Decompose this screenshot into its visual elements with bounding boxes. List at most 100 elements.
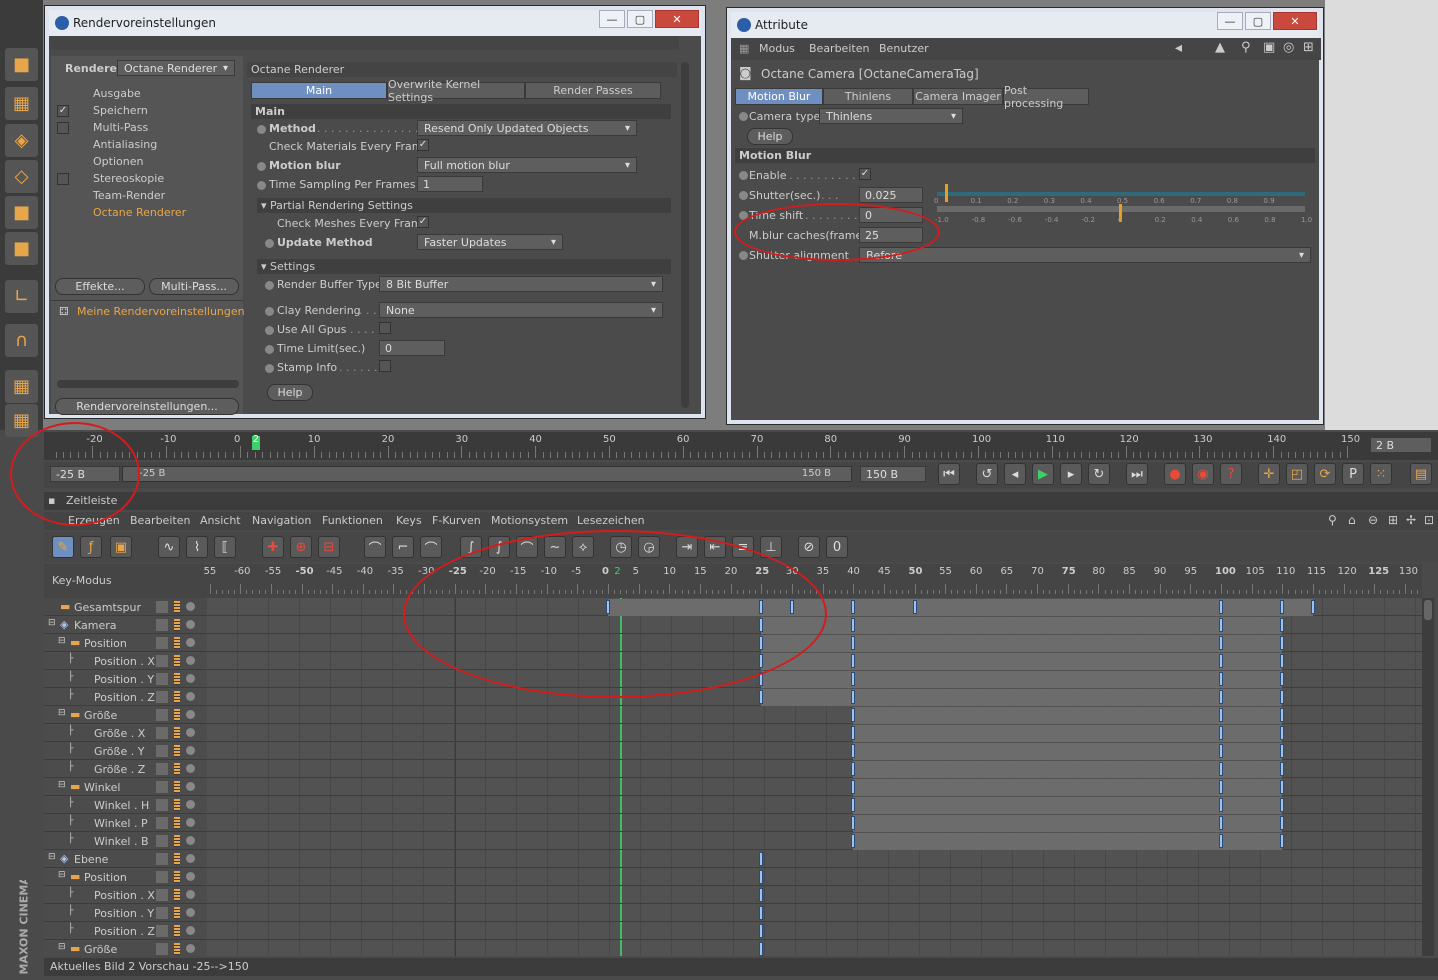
grid-icon[interactable]: ◈ — [5, 124, 38, 157]
track-row[interactable]: ⊟ ▬ Position — [44, 868, 207, 886]
minimize-button[interactable]: — — [1217, 12, 1243, 30]
layer-icon[interactable] — [174, 925, 180, 937]
solo-dot-icon[interactable] — [186, 836, 195, 845]
shutter-field[interactable]: 0.025 — [859, 187, 923, 203]
key-mode-icon[interactable]: ✎ — [52, 536, 74, 558]
expand-icon[interactable]: ├ — [68, 834, 73, 844]
keyframe[interactable] — [851, 636, 856, 650]
edit-track-icon[interactable] — [156, 871, 168, 883]
clamp-icon[interactable]: 0 — [826, 536, 848, 558]
goto-start-icon[interactable]: ⏮ — [938, 463, 960, 485]
preset-item[interactable]: Meine Rendervoreinstellungen — [77, 305, 245, 318]
layer-icon[interactable] — [174, 763, 180, 775]
edit-track-icon[interactable] — [156, 907, 168, 919]
track-row[interactable]: ⊟ ▬ Größe — [44, 706, 207, 724]
keyframe[interactable] — [1219, 672, 1223, 686]
edit-track-icon[interactable] — [156, 691, 168, 703]
track-row[interactable]: ├ Winkel . P — [44, 814, 207, 832]
layer-icon[interactable] — [174, 691, 180, 703]
shutter-slider[interactable] — [937, 192, 1305, 196]
edit-track-icon[interactable] — [156, 601, 168, 613]
dopesheet-scrollbar[interactable] — [1422, 598, 1434, 956]
tree-item-6[interactable]: Team-Render — [93, 189, 165, 202]
expand-icon[interactable]: ⊟ — [58, 870, 66, 880]
expand-icon[interactable]: ├ — [68, 744, 73, 754]
move-icon[interactable]: ✢ — [1406, 513, 1416, 527]
stamp-anim-dot[interactable] — [265, 364, 274, 373]
keyframe[interactable] — [759, 690, 764, 704]
keyframe[interactable] — [1280, 834, 1285, 848]
time-sampling-anim-dot[interactable] — [257, 181, 266, 190]
delete-keys-icon[interactable]: ⊟ — [318, 536, 340, 558]
expand-icon[interactable]: ⊟ — [48, 852, 56, 862]
keyframe[interactable] — [1280, 600, 1285, 614]
expand-icon[interactable]: ├ — [68, 762, 73, 772]
section-partial-rendering[interactable]: ▾ Partial Rendering Settings — [257, 198, 671, 213]
solo-dot-icon[interactable] — [186, 818, 195, 827]
next-key-icon[interactable]: ↻ — [1088, 463, 1110, 485]
goto-end-icon[interactable]: ⏭ — [1126, 463, 1148, 485]
menu-modus[interactable]: Modus — [759, 42, 795, 55]
layer-icon[interactable] — [174, 907, 180, 919]
tab-motion-blur[interactable]: Motion Blur — [735, 88, 823, 105]
snap-icon[interactable]: ▦ — [5, 404, 38, 437]
keyframe[interactable] — [1219, 780, 1223, 794]
maximize-button[interactable]: ▢ — [627, 10, 653, 28]
expand-icon[interactable]: ├ — [68, 816, 73, 826]
track-row[interactable]: ⊟ ▬ Größe — [44, 940, 207, 956]
keyframe[interactable] — [851, 762, 856, 776]
keyframe[interactable] — [1219, 816, 1223, 830]
point-key-icon[interactable]: ⁙ — [1370, 463, 1392, 485]
check-materials-checkbox[interactable]: ✓ — [417, 139, 429, 151]
keyframe[interactable] — [851, 780, 856, 794]
keyframe[interactable] — [1280, 690, 1285, 704]
keyframe[interactable] — [1219, 798, 1223, 812]
layer-icon[interactable] — [174, 745, 180, 757]
close-button[interactable]: ✕ — [655, 10, 699, 28]
edit-track-icon[interactable] — [156, 727, 168, 739]
step-back-icon[interactable]: ◂ — [1004, 463, 1026, 485]
rotate-key-icon[interactable]: ⟳ — [1314, 463, 1336, 485]
edit-track-icon[interactable] — [156, 763, 168, 775]
motion-mode-icon[interactable]: ▣ — [110, 536, 132, 558]
workplane-icon[interactable]: ▦ — [5, 370, 38, 403]
clay-rendering-dropdown[interactable]: None — [379, 302, 663, 318]
layer-icon[interactable] — [174, 943, 180, 955]
stamp-info-checkbox[interactable] — [379, 360, 391, 372]
expand-icon[interactable]: ⊟ — [58, 636, 66, 646]
solo-dot-icon[interactable] — [186, 692, 195, 701]
camera-type-dropdown[interactable]: Thinlens — [819, 108, 963, 124]
keyframe[interactable] — [851, 654, 856, 668]
use-all-gpus-checkbox[interactable] — [379, 322, 391, 334]
track-lane[interactable] — [207, 868, 1422, 886]
help-button[interactable]: Help — [267, 384, 313, 401]
keyframe[interactable] — [1219, 636, 1223, 650]
range-end-field[interactable]: 150 B — [860, 466, 926, 482]
keyframe[interactable] — [912, 600, 917, 614]
film-icon[interactable]: ▤ — [1410, 463, 1432, 485]
enable-checkbox[interactable]: ✓ — [859, 168, 871, 180]
tree-item-3[interactable]: Antialiasing — [93, 138, 157, 151]
tree-checkbox-2[interactable] — [57, 122, 69, 134]
effekte-button[interactable]: Effekte... — [55, 278, 145, 295]
keyframe[interactable] — [759, 888, 764, 902]
back-arrow-icon[interactable]: ◂ — [1175, 40, 1182, 56]
solo-dot-icon[interactable] — [186, 728, 195, 737]
track-lane[interactable] — [207, 922, 1422, 940]
edit-track-icon[interactable] — [156, 925, 168, 937]
keyframe[interactable] — [1219, 618, 1223, 632]
keyframe[interactable] — [1219, 744, 1223, 758]
camera-type-anim-dot[interactable] — [739, 112, 748, 121]
keyframe[interactable] — [1280, 708, 1285, 722]
move-key-icon[interactable]: ✛ — [1258, 463, 1280, 485]
keyframe[interactable] — [1219, 690, 1223, 704]
keyframe[interactable] — [851, 816, 856, 830]
zl-menu-item-4[interactable]: Funktionen — [322, 514, 383, 527]
expand-icon[interactable]: ├ — [68, 726, 73, 736]
layer-icon[interactable] — [174, 871, 180, 883]
new-window-icon[interactable]: ⊞ — [1388, 513, 1398, 527]
keyframe[interactable] — [1280, 654, 1285, 668]
param-key-icon[interactable]: P — [1342, 463, 1364, 485]
scale-key-icon[interactable]: ◰ — [1286, 463, 1308, 485]
slope-icon[interactable]: ⊘ — [798, 536, 820, 558]
